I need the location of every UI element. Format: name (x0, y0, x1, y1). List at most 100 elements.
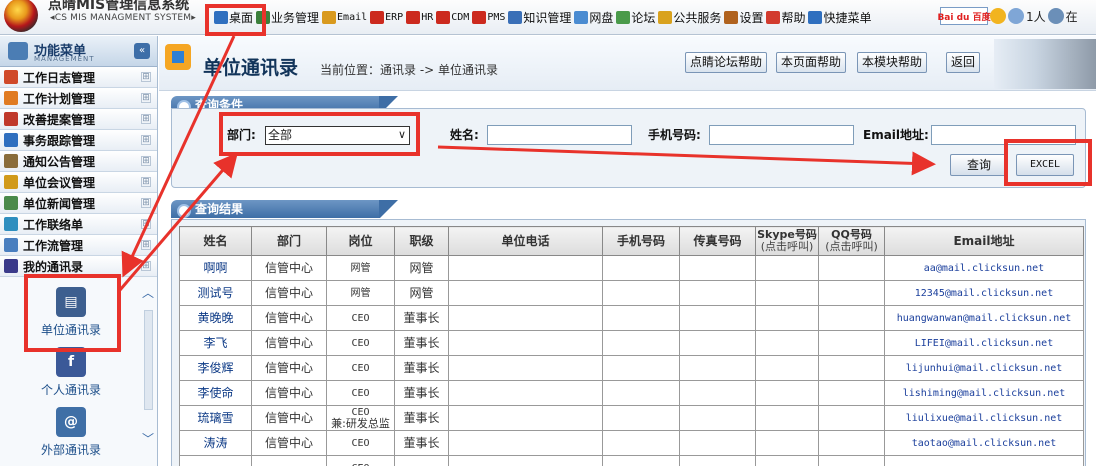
cell-name[interactable] (179, 455, 252, 466)
cell-name[interactable]: 黄晚晚 (179, 305, 252, 331)
expand-icon[interactable]: ⊞ (141, 240, 151, 250)
cell-qq[interactable] (818, 430, 885, 456)
table-row[interactable]: 琉璃雪 信管中心 CEO 兼:研发总监 董事长 liulixue@mail.clicksu… (179, 405, 1084, 431)
phone-input[interactable] (709, 125, 854, 145)
expand-icon[interactable]: ⊞ (141, 261, 151, 271)
search-button[interactable]: 查询 (950, 154, 1008, 176)
cell-skype[interactable] (755, 255, 819, 281)
sidebar-item[interactable]: 事务跟踪管理 ⊞ (0, 130, 157, 151)
cell-qq[interactable] (818, 380, 885, 406)
cell-qq[interactable] (818, 255, 885, 281)
cell-skype[interactable] (755, 430, 819, 456)
table-row[interactable]: 黄晚晚 信管中心 CEO 董事长 huangwanwan@mail.clicksun.n… (179, 305, 1084, 331)
cell-qq[interactable] (818, 355, 885, 381)
cell-name[interactable]: 李俊辉 (179, 355, 252, 381)
cell-name[interactable]: 李使命 (179, 380, 252, 406)
cell-email[interactable] (884, 455, 1084, 466)
top-menu-item[interactable]: 知识管理 (508, 8, 571, 26)
sidebar-item[interactable]: 工作流管理 ⊞ (0, 235, 157, 256)
top-menu-item[interactable]: HR (406, 8, 433, 26)
table-row[interactable]: 啊啊 信管中心 网管 网管 aa@mail.clicksun.net (179, 255, 1084, 281)
cell-email[interactable]: LIFEI@mail.clicksun.net (884, 330, 1084, 356)
page-help-button[interactable]: 本页面帮助 (776, 52, 847, 73)
sub-panel-scrollbar[interactable]: ︿ ﹀ (140, 284, 156, 466)
search-icon[interactable] (990, 8, 1006, 24)
top-menu-item[interactable]: 业务管理 (256, 8, 319, 26)
expand-icon[interactable]: ⊞ (141, 93, 151, 103)
scroll-down-icon[interactable]: ﹀ (142, 430, 154, 447)
table-row[interactable]: 测试号 信管中心 网管 网管 12345@mail.clicksun.net (179, 280, 1084, 306)
contacts-sub-item[interactable]: @ 外部通讯录 (26, 407, 116, 458)
back-button[interactable]: 返回 (946, 52, 981, 73)
sidebar-item[interactable]: 单位新闻管理 ⊞ (0, 193, 157, 214)
cell-email[interactable]: lishiming@mail.clicksun.net (884, 380, 1084, 406)
expand-icon[interactable]: ⊞ (141, 219, 151, 229)
top-menu-item[interactable]: 桌面 (214, 8, 253, 26)
table-row[interactable]: 李使命 信管中心 CEO 董事长 lishiming@mail.clicksun.net (179, 380, 1084, 406)
top-menu-item[interactable]: PMS (472, 8, 505, 26)
module-help-button[interactable]: 本模块帮助 (857, 52, 928, 73)
cell-skype[interactable] (755, 355, 819, 381)
table-row[interactable]: 涛涛 信管中心 CEO 董事长 taotao@mail.clicksun.net (179, 430, 1084, 456)
top-menu-item[interactable]: 论坛 (616, 8, 655, 26)
expand-icon[interactable]: ⊞ (141, 114, 151, 124)
cell-skype[interactable] (755, 330, 819, 356)
table-row[interactable]: 李俊辉 信管中心 CEO 董事长 lijunhui@mail.clicksun.net (179, 355, 1084, 381)
sidebar-item[interactable]: 单位会议管理 ⊞ (0, 172, 157, 193)
expand-icon[interactable]: ⊞ (141, 177, 151, 187)
cell-name[interactable]: 涛涛 (179, 430, 252, 456)
forum-help-button[interactable]: 点睛论坛帮助 (685, 52, 768, 73)
cell-skype[interactable] (755, 280, 819, 306)
chevron-down-icon[interactable]: ∨ (398, 127, 406, 142)
sidebar-item[interactable]: 通知公告管理 ⊞ (0, 151, 157, 172)
expand-icon[interactable]: ⊞ (141, 72, 151, 82)
cell-qq[interactable] (818, 280, 885, 306)
cell-skype[interactable] (755, 405, 819, 431)
cell-email[interactable]: taotao@mail.clicksun.net (884, 430, 1084, 456)
top-menu-item[interactable]: 公共服务 (658, 8, 721, 26)
top-menu-item[interactable]: CDM (436, 8, 469, 26)
top-menu-item[interactable]: 帮助 (766, 8, 805, 26)
scroll-up-icon[interactable]: ︿ (142, 284, 154, 301)
sidebar-item[interactable]: 改善提案管理 ⊞ (0, 109, 157, 130)
users-online-icon[interactable] (1008, 8, 1024, 24)
table-row[interactable]: CEO (179, 455, 1084, 466)
online-count[interactable]: 1人 (1026, 8, 1046, 25)
cell-email[interactable]: huangwanwan@mail.clicksun.net (884, 305, 1084, 331)
table-row[interactable]: 李飞 信管中心 CEO 董事长 LIFEI@mail.clicksun.net (179, 330, 1084, 356)
sidebar-item[interactable]: 工作日志管理 ⊞ (0, 67, 157, 88)
cell-skype[interactable] (755, 380, 819, 406)
sidebar-item[interactable]: 工作计划管理 ⊞ (0, 88, 157, 109)
sidebar-item[interactable]: 我的通讯录 ⊞ (0, 256, 157, 277)
email-input[interactable] (931, 125, 1076, 145)
excel-export-button[interactable]: EXCEL (1016, 154, 1074, 176)
contacts-sub-item[interactable]: ▤ 单位通讯录 (26, 287, 116, 338)
cell-qq[interactable] (818, 405, 885, 431)
cell-email[interactable]: liulixue@mail.clicksun.net (884, 405, 1084, 431)
collapse-sidebar-icon[interactable]: « (134, 43, 150, 59)
cell-name[interactable]: 啊啊 (179, 255, 252, 281)
cell-qq[interactable] (818, 330, 885, 356)
contacts-sub-item[interactable]: f 个人通讯录 (26, 347, 116, 398)
cell-name[interactable]: 琉璃雪 (179, 405, 252, 431)
cell-email[interactable]: lijunhui@mail.clicksun.net (884, 355, 1084, 381)
top-menu-item[interactable]: 快捷菜单 (808, 8, 871, 26)
cell-name[interactable]: 测试号 (179, 280, 252, 306)
top-menu-item[interactable]: Email (322, 8, 367, 26)
cell-skype[interactable] (755, 455, 819, 466)
cell-email[interactable]: 12345@mail.clicksun.net (884, 280, 1084, 306)
expand-icon[interactable]: ⊞ (141, 156, 151, 166)
top-menu-item[interactable]: 设置 (724, 8, 763, 26)
baidu-search-box[interactable]: Bai du 百度 (937, 7, 991, 25)
sidebar-item[interactable]: 工作联络单 ⊞ (0, 214, 157, 235)
dept-select[interactable]: 全部 ∨ (265, 126, 410, 145)
expand-icon[interactable]: ⊞ (141, 135, 151, 145)
cell-qq[interactable] (818, 305, 885, 331)
name-input[interactable] (487, 125, 632, 145)
cell-skype[interactable] (755, 305, 819, 331)
cell-email[interactable]: aa@mail.clicksun.net (884, 255, 1084, 281)
cell-name[interactable]: 李飞 (179, 330, 252, 356)
expand-icon[interactable]: ⊞ (141, 198, 151, 208)
top-menu-item[interactable]: ERP (370, 8, 403, 26)
scroll-thumb[interactable] (144, 310, 153, 410)
